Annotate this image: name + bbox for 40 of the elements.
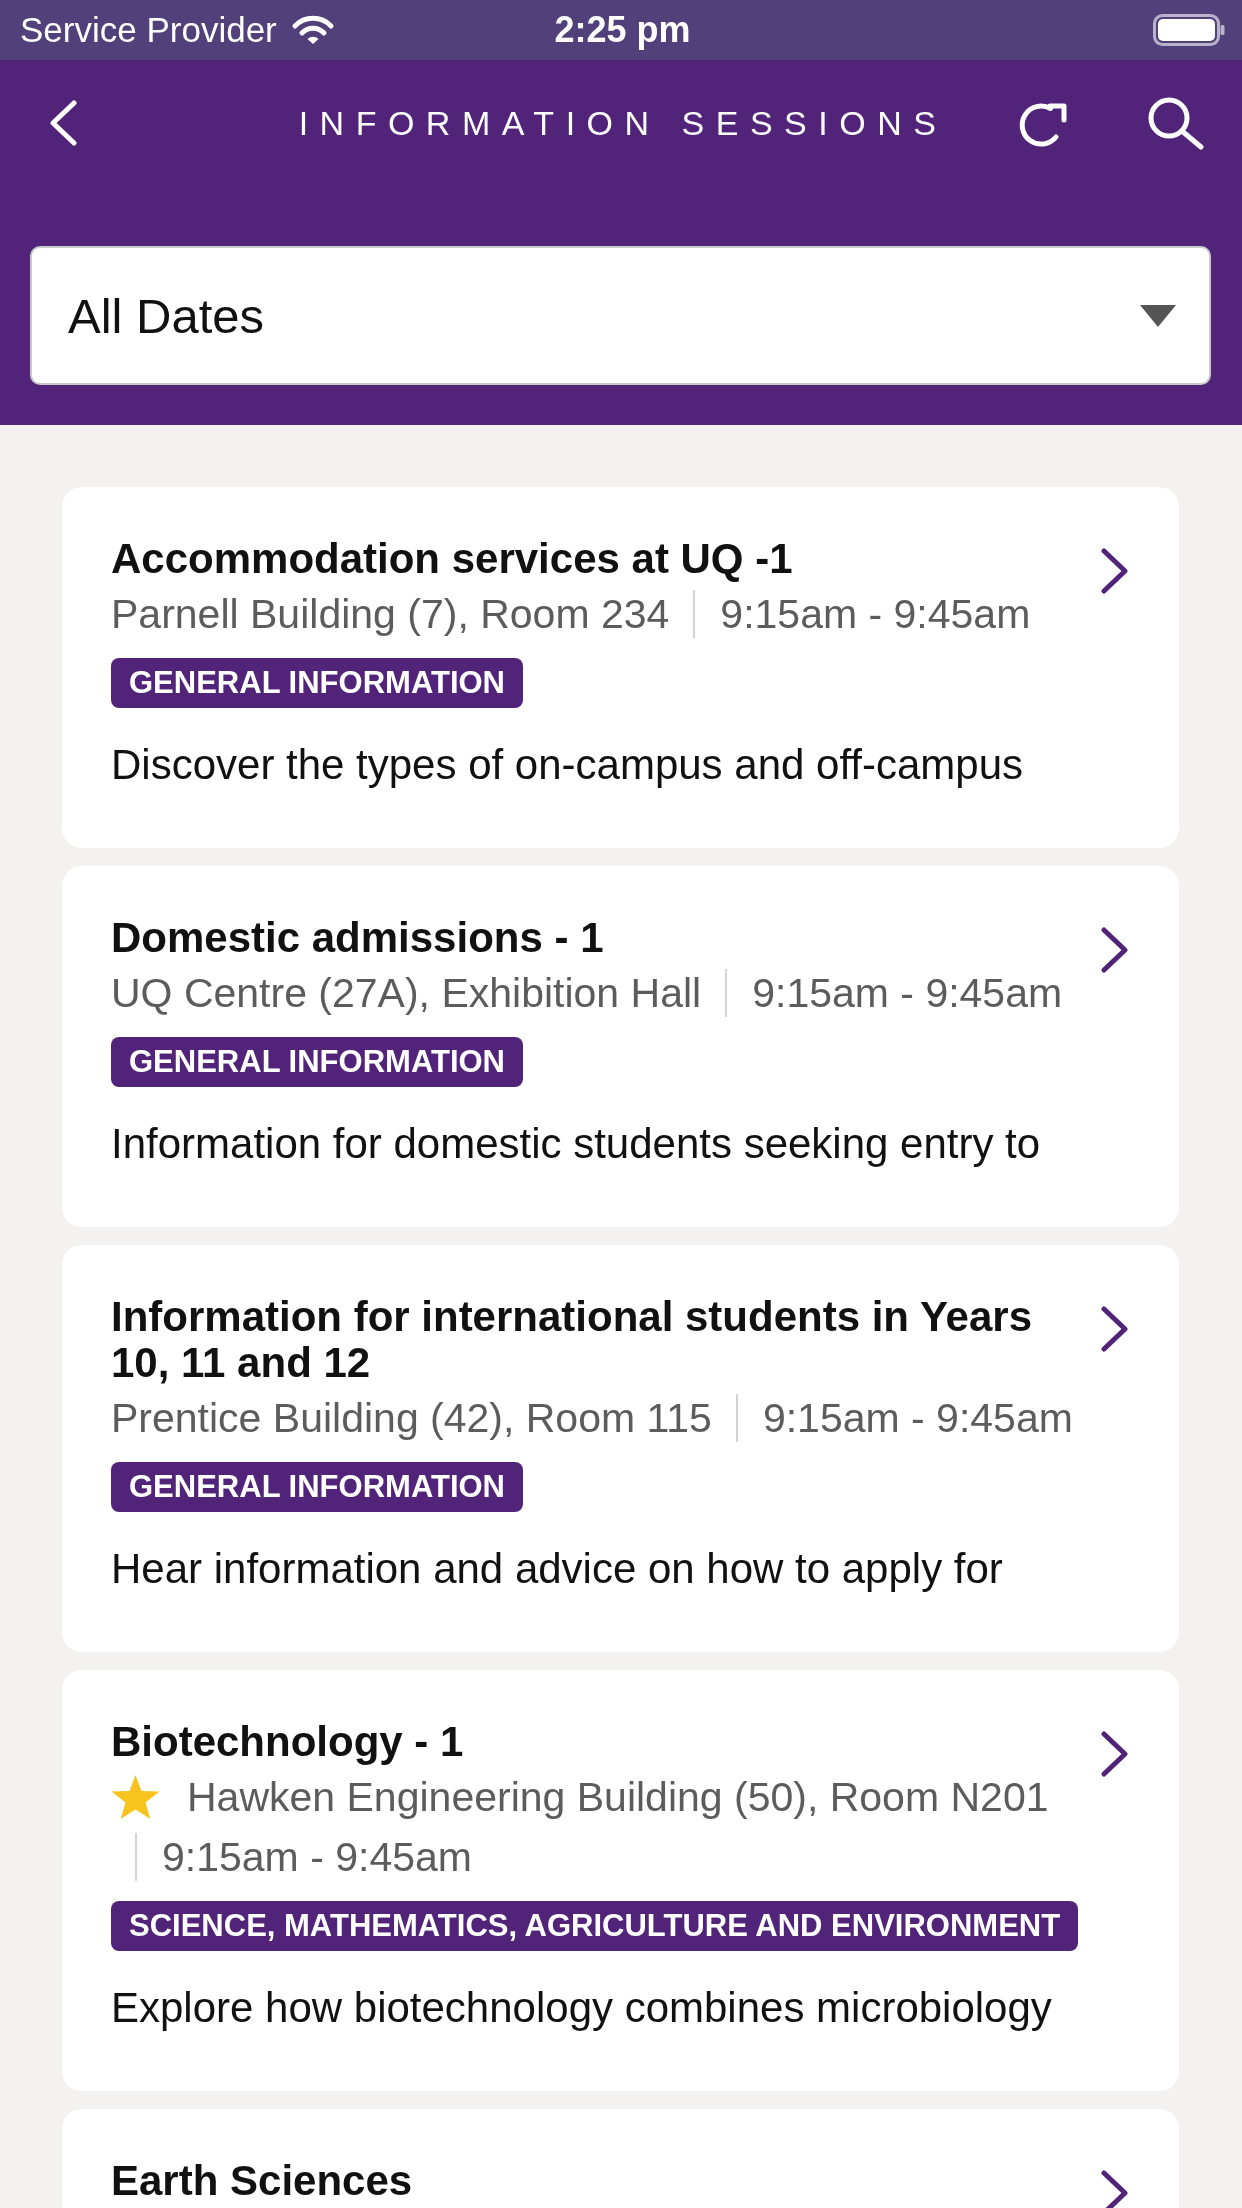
battery-icon [1153, 14, 1225, 46]
session-card[interactable]: Earth Sciences [62, 2109, 1179, 2208]
description-text: Explore how biotechnology combines microbiology [111, 1984, 1052, 2032]
session-card[interactable]: Information for international students in Years 10, 11 and 12 Prentice Building (42), Room 115 9:15am - 9:45am GENERAL INFORMATION Hear information and advice on how to apply for [62, 1245, 1179, 1652]
category-tag: SCIENCE, MATHEMATICS, AGRICULTURE AND ENVIRONMENT [111, 1901, 1079, 1951]
session-card[interactable]: Accommodation services at UQ -1 Parnell Building (7), Room 234 9:15am - 9:45am GENERAL INFORMATION Discover the types of on-campus and off-campus [62, 487, 1179, 848]
session-title: Domestic admissions - 1 [111, 915, 604, 961]
category-tag: GENERAL INFORMATION [111, 658, 523, 708]
header-title: INFORMATION SESSIONS [298, 102, 948, 143]
chevron-right-icon [1100, 927, 1129, 973]
wifi-icon [290, 15, 335, 45]
location-text: Hawken Engineering Building (50), Room N201 [187, 1773, 1049, 1821]
category-tag: GENERAL INFORMATION [111, 1037, 523, 1087]
location-text: Prentice Building (42), Room 115 [111, 1394, 712, 1442]
session-card[interactable]: Domestic admissions - 1 UQ Centre (27A), Exhibition Hall 9:15am - 9:45am GENERAL INFORMATION Information for domestic students seeking entry to [62, 866, 1179, 1227]
time-text: 9:15am - 9:45am [752, 969, 1063, 1017]
location-text: Parnell Building (7), Room 234 [111, 590, 670, 638]
time-text: 9:15am - 9:45am [762, 1394, 1073, 1442]
back-icon[interactable] [48, 99, 78, 146]
session-title: Accommodation services at UQ -1 [111, 536, 793, 582]
chevron-right-icon [1100, 1731, 1129, 1777]
location-text: UQ Centre (27A), Exhibition Hall [111, 969, 702, 1017]
chevron-right-icon [1100, 2170, 1129, 2208]
chevron-right-icon [1100, 1306, 1129, 1352]
date-dropdown[interactable]: All Dates [30, 246, 1211, 385]
session-title: Earth Sciences [111, 2158, 413, 2204]
description-text: Information for domestic students seeking entry to [111, 1120, 1041, 1168]
description-text: Hear information and advice on how to apply for [111, 1545, 1003, 1593]
session-title: Information for international students in Years 10, 11 and 12 [111, 1294, 1034, 1386]
session-title: Biotechnology - 1 [111, 1719, 464, 1765]
description-text: Discover the types of on-campus and off-campus [111, 741, 1023, 789]
status-time: 2:25 pm [554, 10, 691, 50]
carrier-name: Service Provider [20, 10, 277, 50]
session-card[interactable]: Biotechnology - 1 Hawken Engineering Building (50), Room N201 9:15am - 9:45am SCIENCE, MATHEMATICS, AGRICULTURE AND ENVIRONMENT Explore how biotechnology combines microbiology [62, 1670, 1179, 2091]
time-text: 9:15am - 9:45am [720, 590, 1031, 638]
chevron-right-icon [1100, 548, 1129, 594]
time-text: 9:15am - 9:45am [162, 1833, 472, 1881]
caret-icon [1140, 304, 1176, 327]
search-icon[interactable] [1147, 95, 1205, 150]
category-tag: GENERAL INFORMATION [111, 1462, 523, 1512]
